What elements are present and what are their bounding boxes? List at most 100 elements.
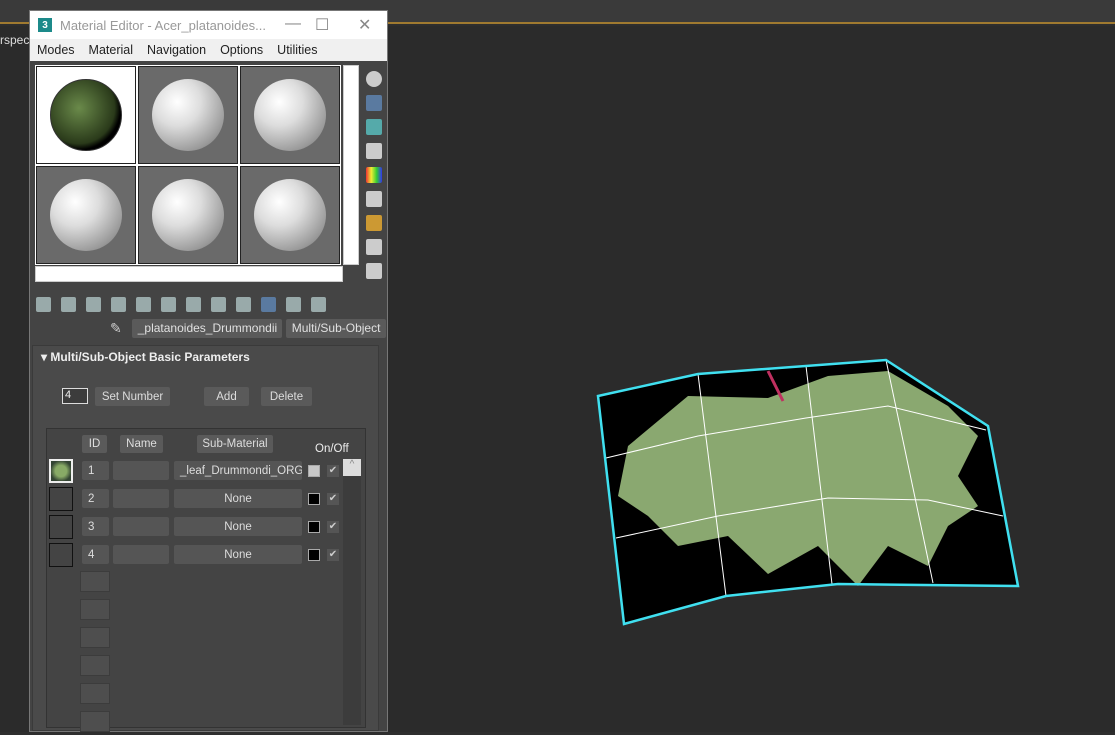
material-editor-window: 3 Material Editor - Acer_platanoides... … [29,10,388,732]
bottom-toolbar [36,294,326,314]
row-name-input[interactable] [113,489,169,508]
add-button[interactable]: Add [204,387,249,406]
sub-material-button[interactable]: None [174,545,302,564]
slots-horizontal-scrollbar[interactable] [35,266,343,282]
title-bar[interactable]: 3 Material Editor - Acer_platanoides... … [30,11,387,39]
row-name-input[interactable] [113,545,169,564]
sub-material-button[interactable]: None [174,489,302,508]
sphere-preview [50,179,122,251]
delete-icon[interactable] [111,296,126,312]
close-button[interactable]: ✕ [358,15,371,35]
put-to-scene-icon[interactable] [61,296,76,312]
name-header[interactable]: Name [120,435,163,453]
menu-modes[interactable]: Modes [30,43,82,57]
assign-to-selection-icon[interactable] [86,296,101,312]
maximize-button[interactable]: ☐ [315,15,329,35]
options-icon[interactable] [366,215,382,231]
make-copy-icon[interactable] [136,296,151,312]
material-name-row: ✎ _platanoides_Drummondii Multi/Sub-Obje… [110,319,387,338]
empty-row [80,711,110,732]
put-to-library-icon[interactable] [186,296,201,312]
show-shaded-icon[interactable] [236,296,251,312]
set-number-button[interactable]: Set Number [95,387,170,406]
row-id[interactable]: 4 [82,545,109,564]
viewport-left [0,26,29,732]
on-off-header: On/Off [315,443,349,455]
row-color-swatch[interactable] [308,465,320,477]
rollout-title[interactable]: ▾ Multi/Sub-Object Basic Parameters [33,346,378,368]
sphere-preview [152,179,224,251]
window-title: Material Editor - Acer_platanoides... [60,17,266,33]
sub-material-thumb[interactable] [49,487,73,511]
material-id-channel-icon[interactable] [211,296,226,312]
delete-button[interactable]: Delete [261,387,312,406]
show-end-result-icon[interactable] [261,296,276,312]
row-color-swatch[interactable] [308,493,320,505]
sphere-preview [152,79,224,151]
make-preview-icon[interactable] [366,191,382,207]
menu-material[interactable]: Material [82,43,140,57]
sample-slot[interactable] [138,166,238,264]
side-toolbar [364,67,386,287]
uv-tiling-icon[interactable] [366,143,382,159]
row-name-input[interactable] [113,461,169,480]
sub-material-header[interactable]: Sub-Material [197,435,273,453]
sample-slot[interactable] [138,66,238,164]
menu-options[interactable]: Options [213,43,270,57]
row-on-checkbox[interactable]: ✔ [327,465,339,477]
go-to-parent-icon[interactable] [286,296,301,312]
get-material-icon[interactable] [36,296,51,312]
sample-slot[interactable] [240,166,340,264]
sphere-preview [254,179,326,251]
material-type-button[interactable]: Multi/Sub-Object [285,319,387,338]
video-color-check-icon[interactable] [366,167,382,183]
sub-material-thumb[interactable] [49,543,73,567]
sample-slot[interactable] [36,166,136,264]
sphere-preview [254,79,326,151]
sub-material-button[interactable]: None [174,517,302,536]
viewport[interactable] [388,26,1115,732]
minimize-button[interactable]: — [285,15,301,33]
row-on-checkbox[interactable]: ✔ [327,549,339,561]
app-logo-icon: 3 [38,18,52,32]
go-forward-sibling-icon[interactable] [311,296,326,312]
row-name-input[interactable] [113,517,169,536]
sub-material-thumb[interactable] [49,515,73,539]
viewport-label[interactable]: rspect [0,33,33,47]
sub-material-button[interactable]: _leaf_Drummondi_ORG ( S [174,461,302,480]
slots-vertical-scrollbar[interactable] [343,65,359,265]
sample-slot[interactable] [36,66,136,164]
select-by-material-icon[interactable] [366,239,382,255]
id-header[interactable]: ID [82,435,107,453]
material-navigator-icon[interactable] [366,263,382,279]
eyedropper-icon[interactable]: ✎ [110,320,122,337]
row-color-swatch[interactable] [308,521,320,533]
menu-utilities[interactable]: Utilities [270,43,324,57]
menu-bar: Modes Material Navigation Options Utilit… [30,39,387,61]
basic-parameters-rollout: ▾ Multi/Sub-Object Basic Parameters 4 Se… [32,345,379,732]
row-id[interactable]: 1 [82,461,109,480]
table-scrollbar[interactable]: ^ [343,459,361,725]
backlight-icon[interactable] [366,95,382,111]
sub-material-table: ID Name Sub-Material On/Off 1 _leaf_Drum… [46,428,366,732]
empty-row [80,571,110,592]
menu-navigation[interactable]: Navigation [140,43,213,57]
make-unique-icon[interactable] [161,296,176,312]
row-on-checkbox[interactable]: ✔ [327,493,339,505]
sphere-preview [50,79,122,151]
material-name-dropdown[interactable]: _platanoides_Drummondii [131,319,282,338]
sample-type-icon[interactable] [366,71,382,87]
sample-slot[interactable] [240,66,340,164]
leaf-plane[interactable] [388,26,1115,732]
row-id[interactable]: 3 [82,517,109,536]
row-on-checkbox[interactable]: ✔ [327,521,339,533]
row-id[interactable]: 2 [82,489,109,508]
empty-row [80,683,110,704]
number-input[interactable]: 4 [62,388,88,404]
empty-row [80,655,110,676]
background-icon[interactable] [366,119,382,135]
sample-slots [35,65,341,265]
row-color-swatch[interactable] [308,549,320,561]
sub-material-thumb[interactable] [49,459,73,483]
scroll-up-button[interactable]: ^ [343,459,361,476]
